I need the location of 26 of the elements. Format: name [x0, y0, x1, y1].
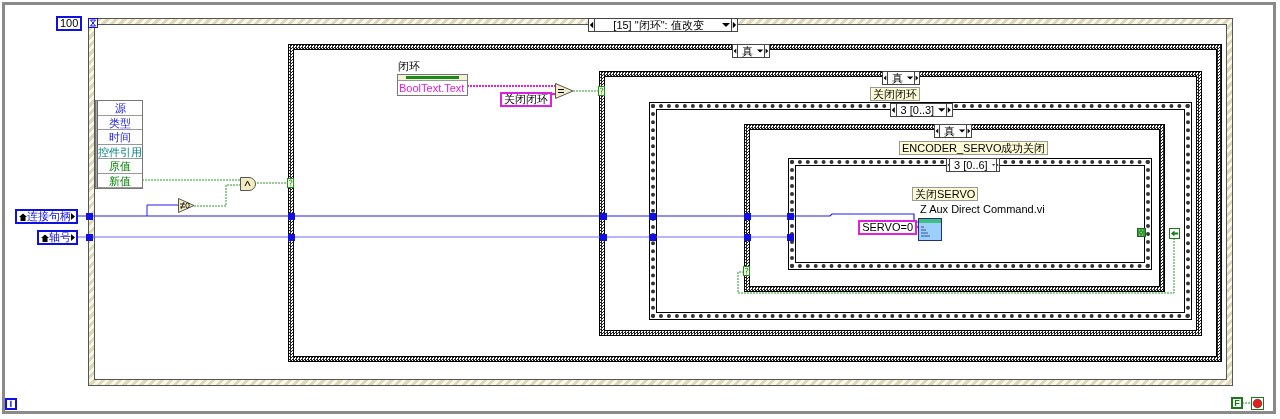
string-constant: SERVO=0 — [858, 220, 917, 235]
subdiagram-label: ENCODER_SERVO成功关闭 — [899, 141, 1049, 155]
subdiagram-label: 关闭闭环 — [870, 87, 920, 101]
control-label: 连接句柄 — [27, 211, 71, 222]
string-constant: 关闭闭环 — [500, 92, 552, 107]
timeout-constant: 100 — [56, 16, 83, 31]
reference-control[interactable]: 连接句柄 — [15, 209, 78, 224]
case-selector[interactable]: [15] "闭环": 值改变 — [588, 18, 738, 32]
case-selector[interactable]: 3 [0..6] — [946, 158, 1000, 172]
reference-control[interactable]: 轴号 — [37, 230, 78, 245]
subdiagram-label: 关闭SERVO — [912, 187, 979, 201]
event-data-item: 时间 — [98, 130, 142, 145]
case-selector[interactable]: 3 [0..3] — [890, 103, 953, 117]
case-selector[interactable]: 真 — [882, 71, 920, 85]
property-node-label: 闭环 — [398, 61, 420, 72]
event-data-item: 控件引用 — [98, 144, 142, 159]
event-data-item: 源 — [98, 101, 142, 116]
case-selector[interactable]: 真 — [732, 44, 770, 58]
event-data-item: 类型 — [98, 115, 142, 130]
case-selector[interactable]: 真 — [934, 124, 972, 138]
event-data-item: 原值 — [98, 159, 142, 174]
subvi-name: Z Aux Direct Command.vi — [920, 204, 1045, 215]
boolean-constant: F — [1231, 397, 1243, 409]
control-label: 轴号 — [49, 232, 71, 243]
event-data-item: 新值 — [98, 173, 142, 188]
property-name: BoolText.Text — [398, 82, 468, 95]
